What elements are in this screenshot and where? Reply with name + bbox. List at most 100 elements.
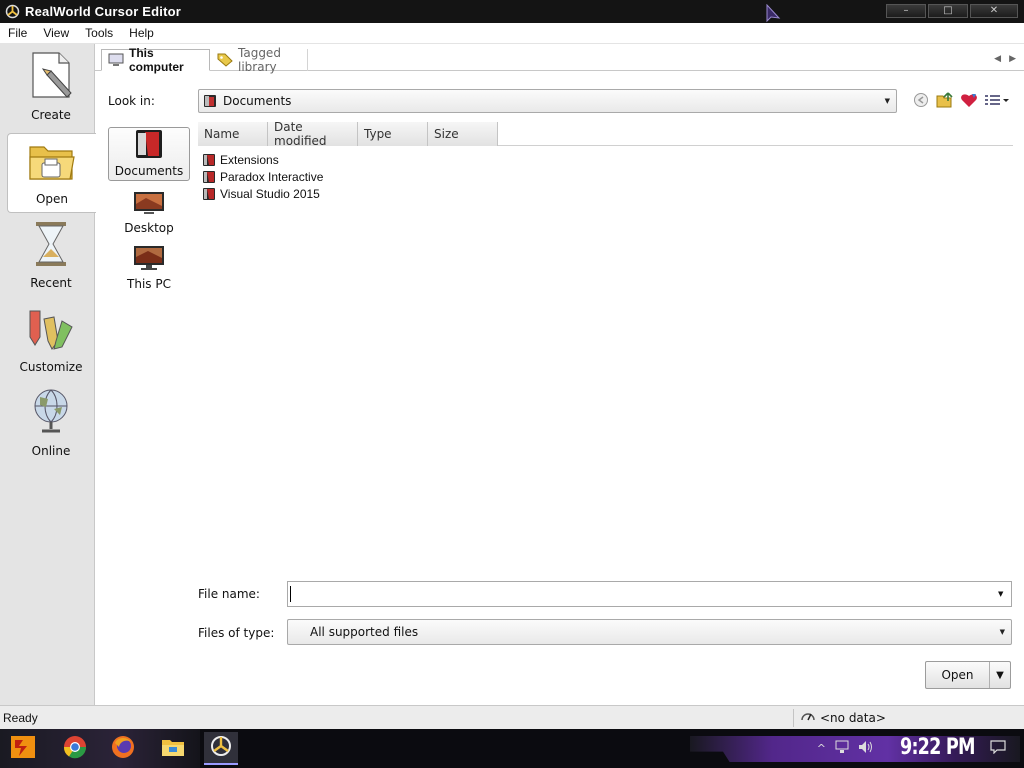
column-date-modified[interactable]: Date modified	[268, 120, 358, 148]
look-in-label: Look in:	[108, 94, 155, 108]
network-icon[interactable]	[834, 740, 850, 757]
status-info: <no data>	[800, 710, 886, 725]
menu-file[interactable]: File	[0, 26, 35, 40]
close-button[interactable]: ✕	[970, 4, 1018, 18]
place-desktop[interactable]: Desktop	[108, 183, 190, 237]
desktop-icon	[132, 190, 166, 219]
browser-toolbar	[912, 91, 1010, 109]
source-tab-bar: This computer Tagged library ◀ ▶	[95, 44, 1024, 74]
taskbar-clock[interactable]: 9:22 PM	[900, 735, 976, 760]
files-of-type-dropdown[interactable]: All supported files ▼	[287, 619, 1012, 645]
menu-tools[interactable]: Tools	[77, 26, 121, 40]
file-name-label: File name:	[198, 587, 260, 601]
sidebar-item-label: Customize	[19, 360, 83, 374]
chevron-up-icon[interactable]: ^	[817, 742, 826, 755]
file-name: Extensions	[220, 152, 279, 167]
folder-icon	[26, 137, 78, 188]
app-window: RealWorld Cursor Editor – □ ✕ File View …	[0, 0, 1024, 768]
status-text: Ready	[3, 711, 38, 725]
open-button-label[interactable]: Open	[926, 662, 990, 688]
chevron-right-icon[interactable]: ▶	[1009, 54, 1016, 64]
tab-label: Tagged library	[238, 46, 281, 74]
minimize-button[interactable]: –	[886, 4, 926, 18]
pc-icon	[132, 244, 166, 275]
column-type[interactable]: Type	[358, 122, 428, 146]
text-caret	[290, 586, 291, 602]
up-folder-icon[interactable]	[936, 91, 954, 109]
file-row[interactable]: Visual Studio 2015	[202, 185, 320, 202]
folder-small-icon	[202, 187, 216, 201]
look-in-dropdown[interactable]: Documents ▼	[198, 89, 897, 113]
sidebar-item-label: Recent	[30, 276, 72, 290]
file-row[interactable]: Extensions	[202, 151, 279, 168]
folder-icon	[161, 737, 185, 760]
tab-label: This computer	[129, 46, 184, 74]
create-icon	[25, 49, 77, 104]
start-logo-icon	[9, 734, 37, 763]
files-of-type-value: All supported files	[310, 625, 419, 639]
view-list-icon[interactable]	[984, 91, 1010, 109]
file-name: Paradox Interactive	[220, 169, 324, 184]
sidebar-item-online[interactable]: Online	[8, 384, 94, 464]
title-bar: RealWorld Cursor Editor – □ ✕	[0, 0, 1024, 23]
taskbar-firefox[interactable]	[106, 732, 140, 765]
computer-icon	[108, 53, 124, 67]
window-controls: – □ ✕	[886, 4, 1018, 18]
sidebar-item-customize[interactable]: Customize	[8, 300, 94, 380]
chevron-left-icon[interactable]: ◀	[994, 54, 1001, 64]
app-logo-icon	[209, 734, 233, 761]
menu-help[interactable]: Help	[121, 26, 162, 40]
sidebar-item-open[interactable]: Open	[7, 133, 96, 213]
chevron-down-icon[interactable]: ▼	[998, 590, 1003, 598]
menu-bar: File View Tools Help	[0, 23, 1024, 44]
menu-view[interactable]: View	[35, 26, 77, 40]
places-panel: Documents Desktop This PC	[108, 127, 190, 297]
tab-tagged-library[interactable]: Tagged library	[211, 46, 308, 74]
status-bar: Ready <no data>	[0, 705, 1024, 729]
back-icon[interactable]	[912, 91, 930, 109]
file-row[interactable]: Paradox Interactive	[202, 168, 323, 185]
chrome-icon	[63, 735, 87, 762]
place-label: Documents	[114, 164, 184, 178]
notification-icon[interactable]	[990, 740, 1006, 757]
sidebar-item-label: Online	[31, 444, 71, 458]
tag-icon	[217, 53, 233, 67]
sidebar-item-label: Create	[31, 108, 71, 122]
column-size[interactable]: Size	[428, 122, 498, 146]
gauge-icon	[800, 710, 816, 725]
status-divider	[793, 709, 794, 727]
pencils-icon	[24, 307, 78, 356]
maximize-button[interactable]: □	[928, 4, 968, 18]
documents-small-icon	[203, 94, 217, 108]
system-tray: ^	[817, 740, 874, 757]
tab-this-computer[interactable]: This computer	[101, 46, 210, 74]
favorite-heart-icon[interactable]	[960, 91, 978, 109]
dropdown-arrow-icon[interactable]: ▼	[990, 662, 1010, 688]
hourglass-icon	[31, 219, 71, 272]
file-name-input[interactable]	[287, 581, 1012, 607]
look-in-value: Documents	[223, 94, 292, 108]
place-documents[interactable]: Documents	[108, 127, 190, 181]
file-list-header: Name Date modified Type Size	[198, 120, 1013, 148]
globe-icon	[28, 385, 74, 440]
firefox-icon	[111, 735, 135, 762]
sidebar-item-recent[interactable]: Recent	[8, 216, 94, 296]
open-button[interactable]: Open ▼	[925, 661, 1011, 689]
taskbar-chrome[interactable]	[58, 732, 92, 765]
sidebar-item-create[interactable]: Create	[8, 48, 94, 128]
sidebar-item-label: Open	[35, 192, 69, 206]
volume-icon[interactable]	[858, 740, 874, 757]
window-title: RealWorld Cursor Editor	[25, 4, 182, 19]
folder-small-icon	[202, 170, 216, 184]
files-of-type-label: Files of type:	[198, 626, 275, 640]
folder-small-icon	[202, 153, 216, 167]
start-button[interactable]	[6, 732, 40, 765]
chevron-down-icon: ▼	[999, 628, 1005, 636]
column-name[interactable]: Name	[198, 122, 268, 146]
sidebar: Create Open Recent Customize Online	[0, 44, 96, 705]
place-label: This PC	[127, 277, 171, 291]
taskbar-cursor-editor[interactable]	[204, 732, 238, 765]
taskbar-file-explorer[interactable]	[156, 732, 190, 765]
place-this-pc[interactable]: This PC	[108, 239, 190, 293]
chevron-down-icon: ▼	[884, 97, 890, 105]
